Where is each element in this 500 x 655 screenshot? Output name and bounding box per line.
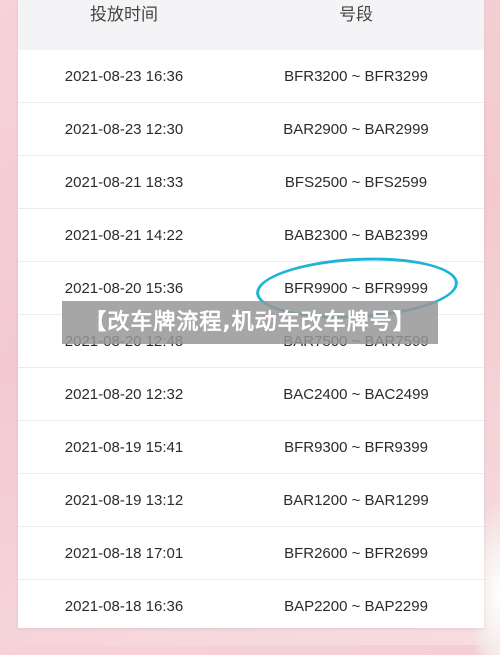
row-range: BAB2300 ~ BAB2399 — [284, 227, 428, 244]
table-row[interactable]: 2021-08-23 16:36 BFR3200 ~ BFR3299 — [18, 50, 484, 103]
row-range: BFR3200 ~ BFR3299 — [284, 68, 428, 85]
header-time: 投放时间 — [90, 5, 158, 24]
table-row[interactable]: 2021-08-19 15:41 BFR9300 ~ BFR9399 — [18, 421, 484, 474]
row-time: 2021-08-20 12:32 — [64, 386, 184, 403]
row-range: BFR9300 ~ BFR9399 — [284, 439, 428, 456]
row-time: 2021-08-19 13:12 — [64, 492, 184, 509]
row-time: 2021-08-18 16:36 — [64, 598, 184, 615]
table-row[interactable]: 2021-08-19 13:12 BAR1200 ~ BAR1299 — [18, 474, 484, 527]
row-range: BFR2600 ~ BFR2699 — [284, 545, 428, 562]
row-time: 2021-08-21 18:33 — [64, 174, 184, 191]
table-row[interactable]: 2021-08-21 18:33 BFS2500 ~ BFS2599 — [18, 156, 484, 209]
row-range: BAP2200 ~ BAP2299 — [284, 598, 428, 615]
table-header: 投放时间 号段 — [18, 0, 484, 50]
row-range: BAR2900 ~ BAR2999 — [283, 121, 429, 138]
title-banner: 【改车牌流程,机动车改车牌号】 — [62, 301, 438, 344]
table-row[interactable]: 2021-08-23 12:30 BAR2900 ~ BAR2999 — [18, 103, 484, 156]
row-time: 2021-08-23 12:30 — [64, 121, 184, 138]
table-row[interactable]: 2021-08-18 17:01 BFR2600 ~ BFR2699 — [18, 527, 484, 580]
row-range: BAR1200 ~ BAR1299 — [283, 492, 429, 509]
header-range: 号段 — [339, 5, 373, 24]
row-time: 2021-08-23 16:36 — [64, 68, 184, 85]
row-range: BAC2400 ~ BAC2499 — [283, 386, 429, 403]
table-row[interactable]: 2021-08-20 12:32 BAC2400 ~ BAC2499 — [18, 368, 484, 421]
table-row[interactable]: 2021-08-21 14:22 BAB2300 ~ BAB2399 — [18, 209, 484, 262]
row-time: 2021-08-21 14:22 — [64, 227, 184, 244]
table-row[interactable]: 2021-08-18 16:36 BAP2200 ~ BAP2299 — [18, 580, 484, 628]
row-time: 2021-08-19 15:41 — [64, 439, 184, 456]
row-time: 2021-08-18 17:01 — [64, 545, 184, 562]
row-range: BFS2500 ~ BFS2599 — [284, 174, 428, 191]
